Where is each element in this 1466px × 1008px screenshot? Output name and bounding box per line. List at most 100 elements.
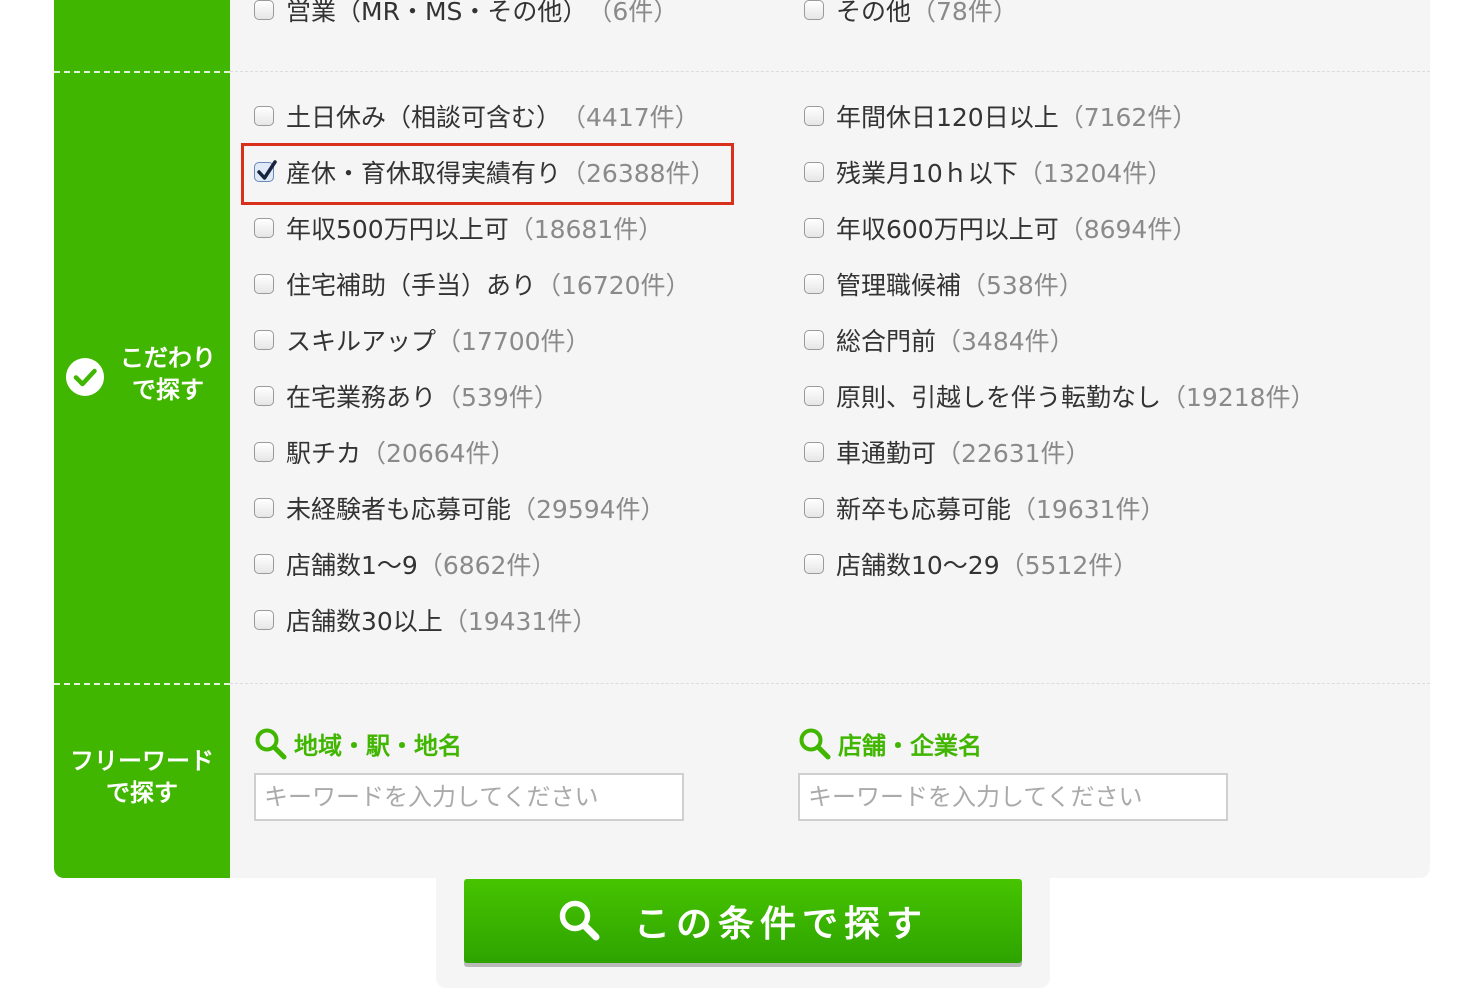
checkbox-label: 在宅業務あり — [286, 383, 437, 412]
result-count: （18681件） — [508, 215, 664, 244]
freeword-section-label: フリーワード で探す — [54, 745, 230, 809]
result-count: （29594件） — [511, 495, 666, 524]
store-keyword-input[interactable] — [798, 773, 1228, 821]
result-count: （16720件） — [536, 271, 691, 300]
checkbox[interactable] — [804, 554, 824, 574]
area-field-label: 地域・駅・地名 — [254, 726, 462, 761]
checkbox[interactable] — [254, 330, 274, 350]
checkbox-label: 未経験者も応募可能 — [286, 495, 512, 524]
checkbox-label: 営業（MR・MS・その他） — [286, 0, 588, 26]
checkbox-label: 管理職候補 — [836, 271, 962, 300]
result-count: （7162件） — [1058, 103, 1198, 132]
result-count: （78件） — [911, 0, 1018, 26]
checkbox[interactable] — [804, 498, 824, 518]
filter-checkbox-item[interactable]: 土日休み（相談可含む） （4417件） — [254, 96, 700, 136]
result-count: （3484件） — [936, 327, 1075, 356]
filter-checkbox-item[interactable]: 店舗数10〜29 （5512件） — [804, 544, 1138, 584]
checkbox-label: 車通勤可 — [836, 439, 937, 468]
checkbox[interactable] — [254, 386, 274, 406]
check-circle-icon — [66, 358, 104, 396]
result-count: （539件） — [436, 383, 559, 412]
filter-checkbox-item[interactable]: スキルアップ （17700件） — [254, 320, 591, 360]
checkbox-label: 新卒も応募可能 — [836, 495, 1012, 524]
filter-checkbox-item[interactable]: 店舗数30以上 （19431件） — [254, 600, 597, 640]
store-label-text: 店舗・企業名 — [838, 732, 982, 760]
checkbox[interactable] — [254, 442, 274, 462]
filter-checkbox-item[interactable]: 未経験者も応募可能 （29594件） — [254, 488, 666, 528]
checkbox[interactable] — [804, 106, 824, 126]
filter-checkbox-item[interactable]: 残業月10ｈ以下 （13204件） — [804, 152, 1172, 192]
checkbox[interactable] — [804, 162, 824, 182]
result-count: （13204件） — [1017, 159, 1173, 188]
section-label-line: で探す — [132, 376, 204, 404]
section-divider — [54, 683, 230, 685]
kodawari-section-label: こだわり で探す — [106, 342, 230, 406]
filter-checkbox-item[interactable]: 新卒も応募可能 （19631件） — [804, 488, 1166, 528]
checkbox[interactable] — [804, 0, 824, 20]
filter-checkbox-item[interactable]: 営業（MR・MS・その他） （6件） — [254, 0, 678, 30]
result-count: （19218件） — [1161, 383, 1316, 412]
checkbox-label: その他 — [836, 0, 912, 26]
search-submit-button[interactable]: この条件で探す — [464, 879, 1022, 963]
filter-checkbox-item[interactable]: 在宅業務あり （539件） — [254, 376, 559, 416]
checkbox-label: スキルアップ — [286, 327, 437, 356]
checkbox[interactable] — [254, 554, 274, 574]
checkbox-label: 土日休み（相談可含む） — [286, 103, 562, 132]
checkbox[interactable] — [254, 0, 274, 20]
checkbox[interactable] — [804, 274, 824, 294]
section-label-line: こだわり — [120, 344, 216, 372]
search-panel: 営業（MR・MS・その他） （6件） その他 （78件） こだわり で探す 土日休み（… — [54, 0, 1430, 878]
filter-checkbox-item[interactable]: 駅チカ （20664件） — [254, 432, 516, 472]
filter-checkbox-item[interactable]: 車通勤可 （22631件） — [804, 432, 1091, 472]
result-count: （538件） — [961, 271, 1084, 300]
checkbox-label: 住宅補助（手当）あり — [286, 271, 537, 300]
checkbox[interactable] — [804, 386, 824, 406]
filter-checkbox-item[interactable]: 年間休日120日以上 （7162件） — [804, 96, 1197, 136]
checkbox-label: 駅チカ — [286, 439, 362, 468]
store-field-label: 店舗・企業名 — [798, 726, 982, 761]
checkbox[interactable] — [254, 218, 274, 238]
filter-checkbox-item[interactable]: 総合門前 （3484件） — [804, 320, 1075, 360]
area-label-text: 地域・駅・地名 — [294, 732, 462, 760]
submit-area: この条件で探す — [436, 877, 1050, 988]
result-count: （4417件） — [561, 103, 700, 132]
section-divider — [230, 71, 1430, 72]
result-count: （19431件） — [442, 607, 598, 636]
checkbox-label: 年間休日120日以上 — [836, 103, 1059, 132]
checkbox[interactable] — [254, 106, 274, 126]
filter-checkbox-item[interactable]: その他 （78件） — [804, 0, 1018, 30]
checkbox-label: 年収600万円以上可 — [836, 215, 1059, 244]
selected-highlight-box — [241, 143, 734, 205]
result-count: （17700件） — [436, 327, 591, 356]
result-count: （19631件） — [1011, 495, 1166, 524]
result-count: （6件） — [587, 0, 679, 26]
checkbox-label: 総合門前 — [836, 327, 937, 356]
checkbox[interactable] — [804, 442, 824, 462]
checkbox[interactable] — [254, 498, 274, 518]
result-count: （5512件） — [999, 551, 1139, 580]
section-divider — [54, 71, 230, 73]
search-icon — [799, 728, 831, 759]
area-keyword-input[interactable] — [254, 773, 684, 821]
filter-checkbox-item[interactable]: 住宅補助（手当）あり （16720件） — [254, 264, 691, 304]
result-count: （6862件） — [417, 551, 557, 580]
checkbox[interactable] — [254, 274, 274, 294]
section-divider — [230, 683, 1430, 684]
result-count: （8694件） — [1058, 215, 1198, 244]
section-label-line: で探す — [106, 779, 178, 807]
filter-checkbox-item[interactable]: 年収500万円以上可 （18681件） — [254, 208, 663, 248]
checkbox[interactable] — [254, 610, 274, 630]
result-count: （20664件） — [361, 439, 516, 468]
filter-checkbox-item[interactable]: 店舗数1〜9 （6862件） — [254, 544, 556, 584]
filter-checkbox-item[interactable]: 年収600万円以上可 （8694件） — [804, 208, 1197, 248]
search-icon — [255, 728, 287, 759]
checkbox-label: 残業月10ｈ以下 — [836, 159, 1018, 188]
checkbox[interactable] — [804, 330, 824, 350]
checkbox-label: 店舗数1〜9 — [286, 551, 418, 580]
filter-checkbox-item[interactable]: 管理職候補 （538件） — [804, 264, 1084, 304]
filter-checkbox-item[interactable]: 原則、引越しを伴う転勤なし （19218件） — [804, 376, 1316, 416]
checkbox-label: 店舗数10〜29 — [836, 551, 1000, 580]
checkbox[interactable] — [804, 218, 824, 238]
submit-label: この条件で探す — [633, 904, 928, 945]
checkbox-label: 年収500万円以上可 — [286, 215, 509, 244]
